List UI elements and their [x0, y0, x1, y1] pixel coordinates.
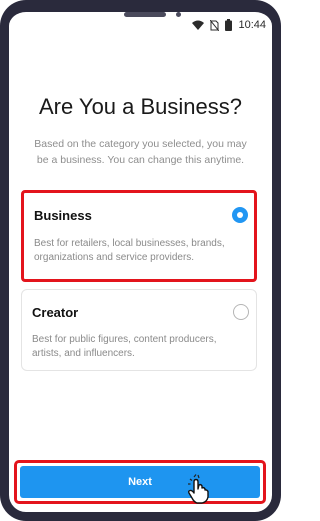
- wifi-icon: [192, 20, 205, 30]
- option-description: Best for public figures, content produce…: [32, 334, 217, 359]
- next-button[interactable]: Next: [20, 466, 260, 498]
- option-card-business[interactable]: Business Best for retailers, local busin…: [21, 190, 257, 282]
- status-time: 10:44: [238, 19, 266, 31]
- phone-frame: 10:44 Are You a Business? Based on the c…: [0, 0, 281, 521]
- page-title: Are You a Business?: [38, 94, 243, 119]
- option-description: Best for retailers, local businesses, br…: [34, 238, 225, 263]
- no-sim-icon: [210, 19, 220, 31]
- battery-icon: [225, 19, 233, 31]
- next-button-highlight: Next: [14, 460, 266, 504]
- page-subtitle: Based on the category you selected, you …: [34, 138, 247, 166]
- radio-unselected-icon[interactable]: [233, 304, 249, 320]
- option-card-creator[interactable]: Creator Best for public figures, content…: [21, 289, 257, 371]
- option-title: Business: [34, 208, 92, 223]
- radio-selected-icon[interactable]: [232, 207, 248, 223]
- hand-pointer-icon: [185, 474, 213, 504]
- status-bar: 10:44: [9, 12, 272, 38]
- option-title: Creator: [32, 305, 79, 320]
